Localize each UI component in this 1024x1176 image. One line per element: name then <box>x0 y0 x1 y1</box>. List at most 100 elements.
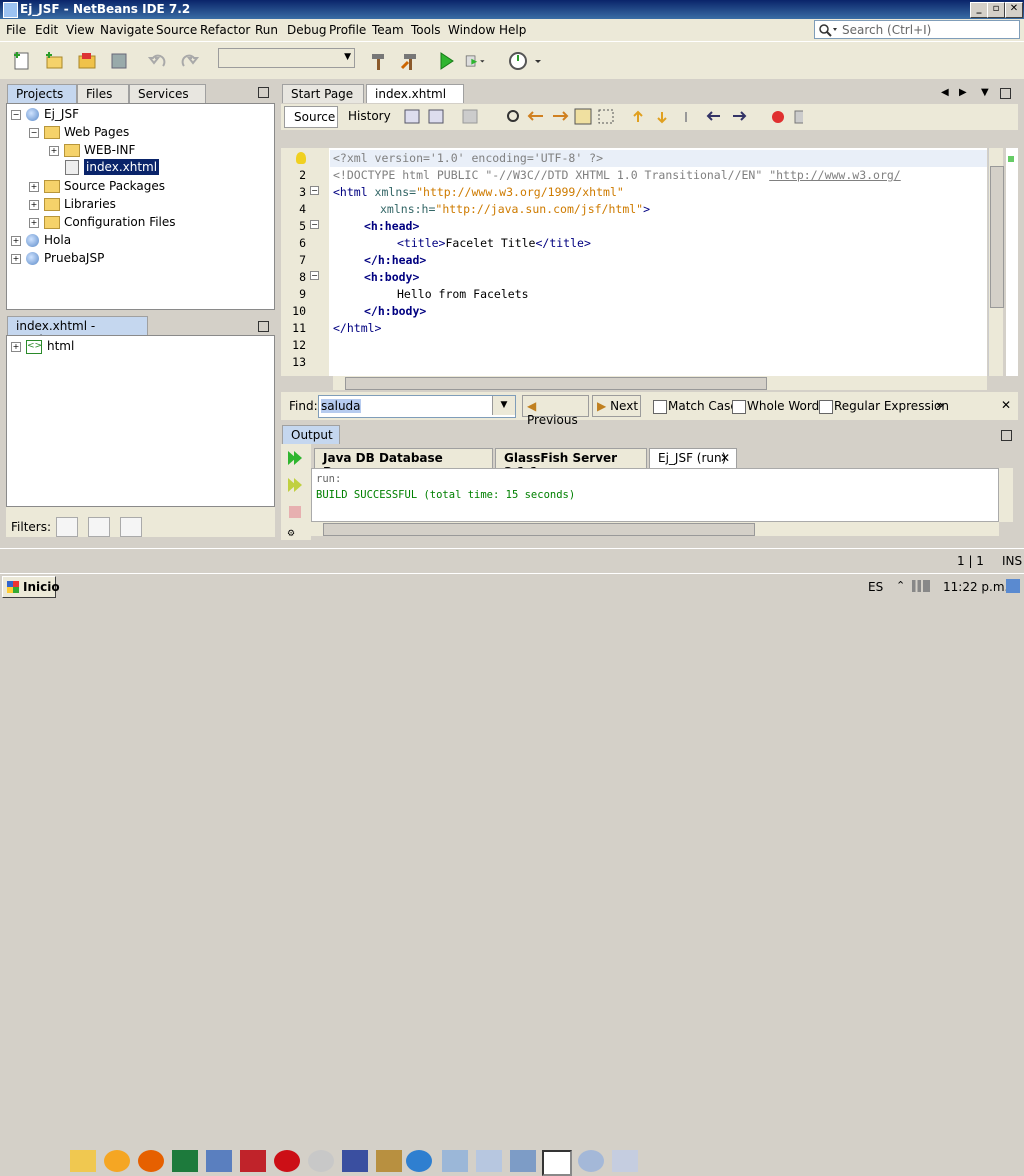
filter-fields-icon[interactable] <box>56 517 78 537</box>
settings-icon[interactable]: ⚙ <box>287 529 295 539</box>
profile-icon[interactable] <box>507 50 541 72</box>
navigator-item-html[interactable]: + <> html <box>11 339 74 354</box>
save-all-icon[interactable] <box>108 50 130 72</box>
minimize-panel-icon[interactable] <box>258 321 269 332</box>
menu-file[interactable]: File <box>6 23 26 37</box>
editor-vertical-scrollbar[interactable] <box>988 148 1004 376</box>
tree-item-hola[interactable]: + Hola <box>11 233 71 247</box>
output-vertical-scrollbar[interactable] <box>999 468 1013 522</box>
tab-index-xhtml[interactable]: index.xhtml ✕ <box>366 84 464 115</box>
tab-navigator[interactable]: index.xhtml - Navigator ✕ <box>7 316 148 347</box>
tab-glassfish[interactable]: GlassFish Server 3.1.1 ✕ <box>495 448 647 479</box>
search-input[interactable]: Search (Ctrl+I) <box>814 20 1020 39</box>
tab-java-db[interactable]: Java DB Database Process ✕ <box>314 448 493 479</box>
editor-horizontal-scrollbar[interactable] <box>333 376 987 390</box>
minimize-panel-icon[interactable] <box>1001 430 1012 441</box>
network-icon[interactable] <box>912 580 930 592</box>
tree-item-ej-jsf[interactable]: − Ej_JSF <box>11 107 79 121</box>
menu-refactor[interactable]: Refactor <box>200 23 250 37</box>
source-tab[interactable]: Source <box>284 106 338 128</box>
menu-team[interactable]: Team <box>372 23 404 37</box>
undo-icon[interactable] <box>147 50 169 72</box>
menu-tools[interactable]: Tools <box>411 23 441 37</box>
menu-window[interactable]: Window <box>448 23 495 37</box>
app-icon[interactable] <box>612 1150 638 1172</box>
opera-icon[interactable] <box>274 1150 300 1172</box>
explorer-icon[interactable] <box>70 1150 96 1172</box>
start-button[interactable]: Inicio <box>2 576 60 598</box>
menu-view[interactable]: View <box>66 23 94 37</box>
stop-icon[interactable] <box>289 506 301 518</box>
tray-expand-icon[interactable]: ⌃ <box>896 579 905 592</box>
menu-profile[interactable]: Profile <box>329 23 366 37</box>
next-button[interactable]: ▶ Next <box>592 395 641 417</box>
tree-item-web-pages[interactable]: − Web Pages <box>29 125 129 139</box>
firefox-icon[interactable] <box>138 1150 164 1172</box>
minimize-button[interactable]: _ <box>970 2 988 18</box>
clock[interactable]: 11:22 p.m. <box>943 580 1008 594</box>
menu-debug[interactable]: Debug <box>287 23 326 37</box>
filter-inherited-icon[interactable] <box>88 517 110 537</box>
app-icon[interactable] <box>206 1150 232 1172</box>
filezilla-icon[interactable] <box>240 1150 266 1172</box>
language-indicator[interactable]: ES <box>868 580 883 594</box>
maximize-editor-icon[interactable] <box>1000 88 1011 99</box>
hint-lightbulb-icon[interactable] <box>296 152 306 164</box>
show-desktop-icon[interactable] <box>1006 579 1020 593</box>
run-icon[interactable] <box>435 50 457 72</box>
rerun-with-params-icon[interactable] <box>286 477 304 493</box>
close-find-icon[interactable]: ✕ <box>1001 398 1011 412</box>
excel-icon[interactable] <box>172 1150 198 1172</box>
app-icon[interactable] <box>342 1150 368 1172</box>
app-icon[interactable] <box>308 1150 334 1172</box>
output-console[interactable]: run: BUILD SUCCESSFUL (total time: 15 se… <box>311 468 999 522</box>
more-options-icon[interactable]: » <box>936 398 944 412</box>
close-icon[interactable]: ✕ <box>720 451 730 465</box>
tree-item-libraries[interactable]: + Libraries <box>29 197 116 211</box>
build-hammer-icon[interactable] <box>367 50 389 72</box>
new-project-icon[interactable] <box>43 50 65 72</box>
scroll-thumb[interactable] <box>990 166 1004 308</box>
menu-run[interactable]: Run <box>255 23 278 37</box>
scroll-tabs-right-icon[interactable]: ▶ <box>959 87 967 98</box>
menu-edit[interactable]: Edit <box>35 23 58 37</box>
minimize-panel-icon[interactable] <box>258 87 269 98</box>
regular-expression-checkbox[interactable] <box>819 400 833 414</box>
tab-services[interactable]: Services <box>129 84 206 103</box>
tree-item-source-packages[interactable]: + Source Packages <box>29 179 165 193</box>
chevron-down-icon[interactable]: ▼ <box>492 396 515 415</box>
filter-private-icon[interactable] <box>120 517 142 537</box>
maximize-button[interactable]: ▫ <box>987 2 1005 18</box>
fold-collapse-icon[interactable]: − <box>310 271 319 280</box>
scroll-thumb[interactable] <box>345 377 767 390</box>
title-bar[interactable]: Ej_JSF - NetBeans IDE 7.2 _ ▫ ✕ <box>0 0 1024 19</box>
whole-words-checkbox[interactable] <box>732 400 746 414</box>
tree-item-web-inf[interactable]: + WEB-INF <box>49 143 135 157</box>
close-button[interactable]: ✕ <box>1005 2 1023 18</box>
app-icon[interactable] <box>510 1150 536 1172</box>
tab-projects[interactable]: Projects ✕ <box>7 84 77 115</box>
menu-navigate[interactable]: Navigate <box>100 23 154 37</box>
editor-action-icons[interactable] <box>403 108 803 126</box>
tree-item-index-xhtml[interactable]: index.xhtml <box>65 159 160 175</box>
tab-list-icon[interactable]: ▼ <box>981 87 989 98</box>
debug-icon[interactable] <box>464 50 486 72</box>
find-input[interactable]: saluda ▼ <box>318 395 516 418</box>
netbeans-taskbar-icon[interactable] <box>542 1150 572 1176</box>
menu-source[interactable]: Source <box>156 23 197 37</box>
scroll-tabs-left-icon[interactable]: ◀ <box>941 87 949 98</box>
app-icon[interactable] <box>476 1150 502 1172</box>
history-tab[interactable]: History <box>341 106 391 128</box>
menu-help[interactable]: Help <box>499 23 526 37</box>
open-project-icon[interactable] <box>76 50 98 72</box>
tab-start-page[interactable]: Start Page <box>282 84 364 103</box>
tab-output[interactable]: Output ✕ <box>282 425 340 456</box>
previous-button[interactable]: ◀ Previous <box>522 395 589 427</box>
rerun-icon[interactable] <box>286 450 304 466</box>
tree-item-configuration-files[interactable]: + Configuration Files <box>29 215 176 229</box>
output-horizontal-scrollbar[interactable] <box>311 522 999 536</box>
app-icon[interactable] <box>104 1150 130 1172</box>
app-icon[interactable] <box>578 1150 604 1172</box>
configuration-select[interactable]: ▼ <box>218 48 355 68</box>
fold-collapse-icon[interactable]: − <box>310 186 319 195</box>
